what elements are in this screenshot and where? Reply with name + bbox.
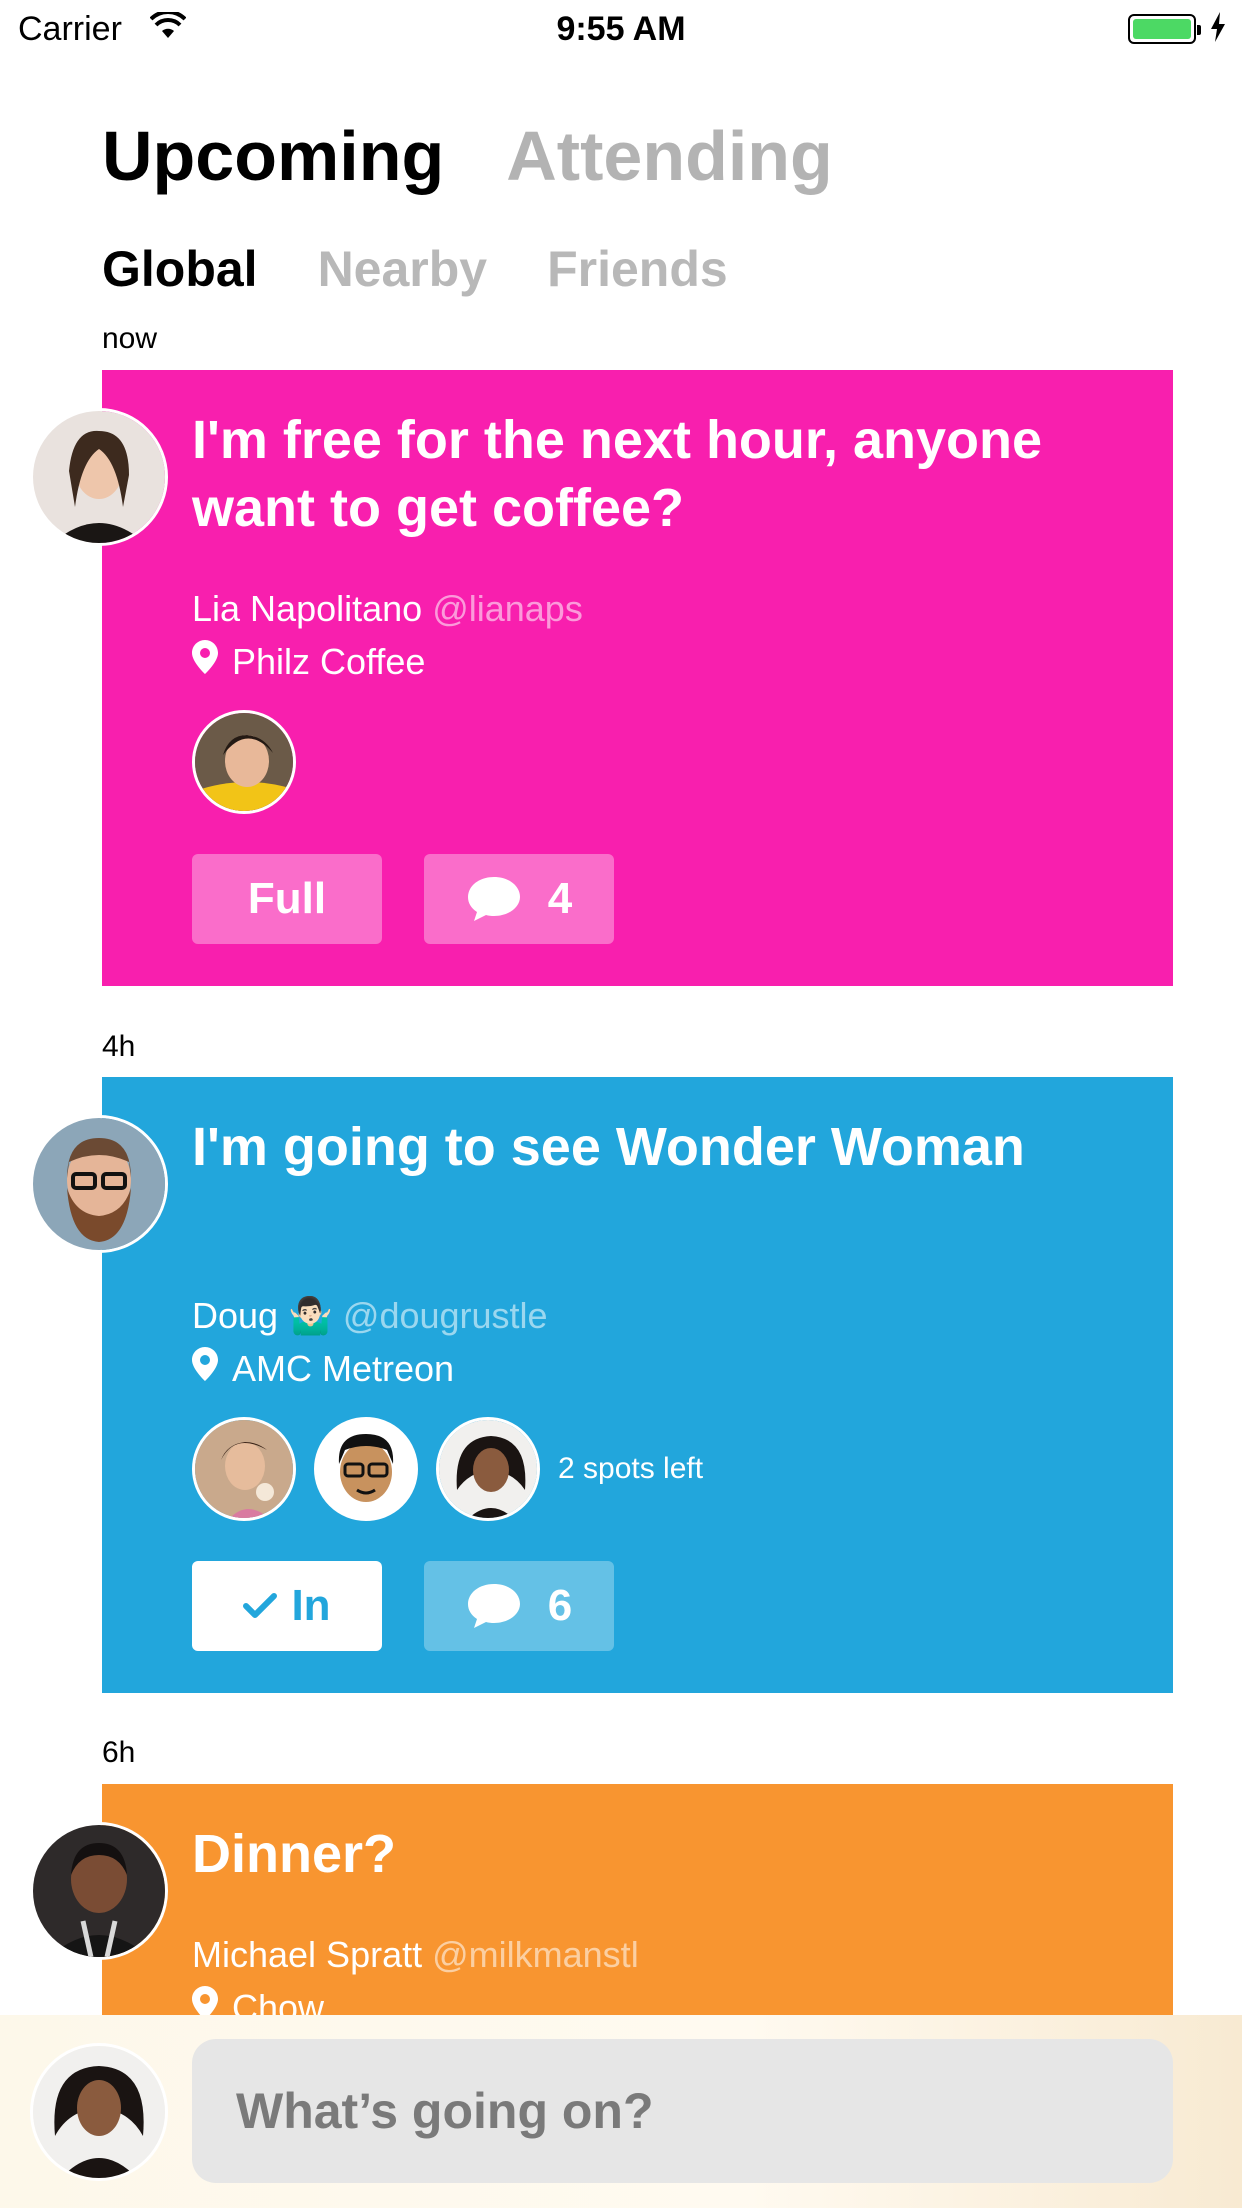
comment-count: 4 xyxy=(547,874,573,923)
battery-icon xyxy=(1128,14,1201,44)
comments-button[interactable]: 4 xyxy=(424,854,614,944)
post-time: 4h xyxy=(102,1030,136,1063)
checkmark-icon xyxy=(243,1593,278,1619)
in-label: In xyxy=(291,1581,331,1630)
comments-button[interactable]: 6 xyxy=(424,1561,614,1651)
main-tabs: Upcoming Attending xyxy=(102,116,833,196)
avatar[interactable] xyxy=(192,710,296,814)
author-handle: @lianaps xyxy=(432,588,583,629)
avatar[interactable] xyxy=(314,1417,418,1521)
attendee-list: 2 spots left xyxy=(192,1417,703,1521)
post-author[interactable]: Michael Spratt @milkmanstl xyxy=(192,1934,639,1976)
comment-count: 6 xyxy=(547,1581,573,1630)
tab-global[interactable]: Global xyxy=(102,240,258,298)
post-location[interactable]: Philz Coffee xyxy=(192,640,425,683)
compose-bar xyxy=(0,2015,1242,2208)
avatar[interactable] xyxy=(30,1822,168,1960)
author-name: Doug 🤷🏻‍♂️ xyxy=(192,1295,333,1336)
tab-upcoming[interactable]: Upcoming xyxy=(102,116,444,196)
post-title: Dinner? xyxy=(192,1824,397,1884)
in-button[interactable]: In xyxy=(192,1561,382,1651)
comment-bubble-icon xyxy=(466,875,522,923)
tab-friends[interactable]: Friends xyxy=(547,240,728,298)
author-handle: @dougrustle xyxy=(342,1295,548,1336)
post-author[interactable]: Doug 🤷🏻‍♂️ @dougrustle xyxy=(192,1295,548,1337)
avatar[interactable] xyxy=(30,1115,168,1253)
author-name: Lia Napolitano xyxy=(192,588,423,629)
location-name: Philz Coffee xyxy=(232,640,426,682)
post-title: I'm free for the next hour, anyone want … xyxy=(192,410,1042,538)
full-button[interactable]: Full xyxy=(192,854,382,944)
tab-attending[interactable]: Attending xyxy=(506,116,833,196)
post-time: now xyxy=(102,322,158,355)
avatar[interactable] xyxy=(30,2043,168,2181)
post-card[interactable]: I'm going to see Wonder Woman Doug 🤷🏻‍♂️… xyxy=(102,1077,1173,1693)
status-time: 9:55 AM xyxy=(556,10,686,48)
location-pin-icon xyxy=(192,640,218,683)
attendee-list xyxy=(192,710,296,814)
author-handle: @milkmanstl xyxy=(432,1934,639,1975)
spots-left: 2 spots left xyxy=(558,1452,704,1485)
location-name: AMC Metreon xyxy=(232,1347,455,1389)
post-title: I'm going to see Wonder Woman xyxy=(192,1117,1025,1177)
comment-bubble-icon xyxy=(466,1582,522,1630)
avatar[interactable] xyxy=(436,1417,540,1521)
sub-tabs: Global Nearby Friends xyxy=(102,240,728,298)
post-time: 6h xyxy=(102,1736,136,1769)
tab-nearby[interactable]: Nearby xyxy=(318,240,488,298)
post-card[interactable]: I'm free for the next hour, anyone want … xyxy=(102,370,1173,986)
status-bar: Carrier 9:55 AM xyxy=(0,0,1242,60)
compose-input[interactable] xyxy=(192,2039,1173,2183)
post-location[interactable]: AMC Metreon xyxy=(192,1347,454,1390)
avatar[interactable] xyxy=(30,408,168,546)
charging-bolt-icon xyxy=(1210,12,1226,47)
avatar[interactable] xyxy=(192,1417,296,1521)
full-label: Full xyxy=(247,874,327,923)
author-name: Michael Spratt xyxy=(192,1934,423,1975)
post-author[interactable]: Lia Napolitano @lianaps xyxy=(192,588,583,630)
location-pin-icon xyxy=(192,1347,218,1390)
